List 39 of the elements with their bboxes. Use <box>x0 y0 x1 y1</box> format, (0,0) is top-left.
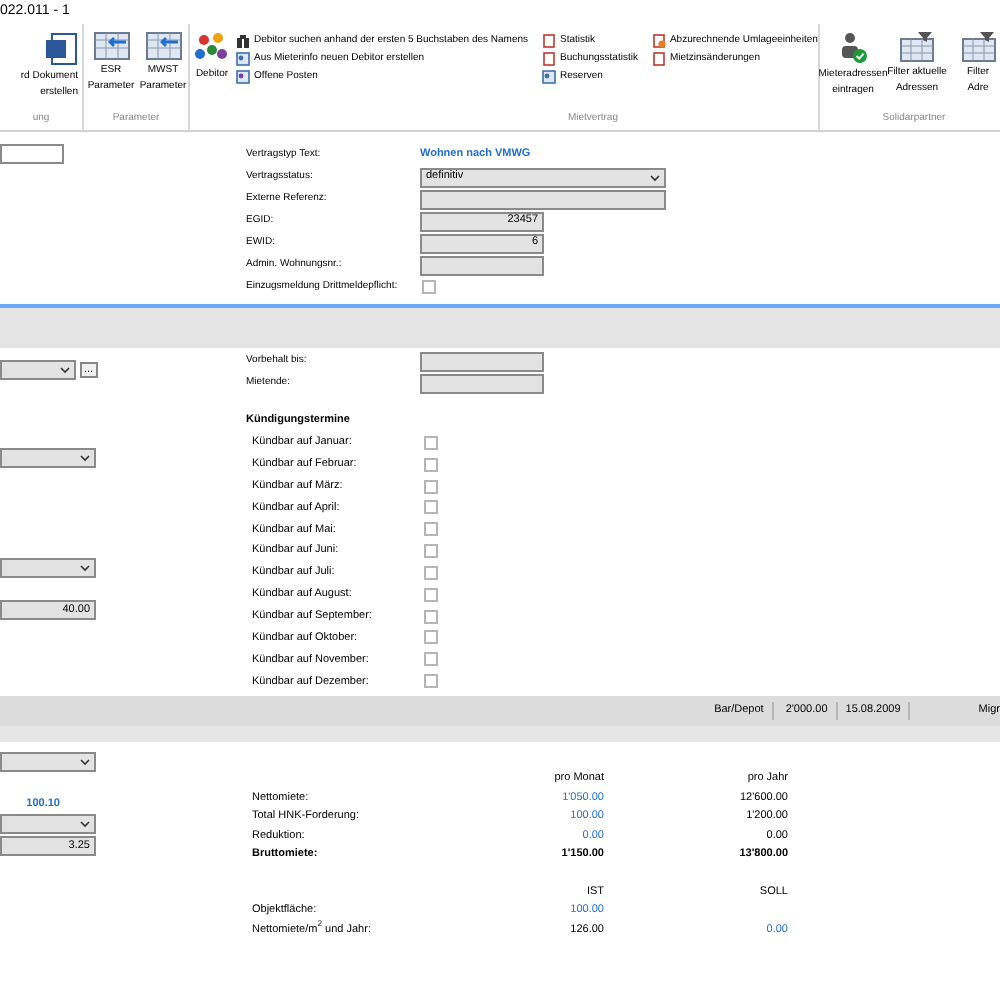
filter-table-icon <box>961 32 995 62</box>
input-field[interactable] <box>0 144 64 164</box>
dropdown[interactable] <box>0 448 96 468</box>
caret-icon <box>80 820 90 828</box>
checkbox[interactable] <box>424 565 438 580</box>
table-arrow-icon <box>93 32 129 60</box>
checkbox[interactable] <box>424 544 438 559</box>
caret-icon <box>80 564 90 572</box>
dropdown[interactable] <box>0 814 96 834</box>
document-icon <box>46 32 78 66</box>
checkbox[interactable] <box>424 435 438 450</box>
input-field[interactable] <box>420 189 666 209</box>
checkbox[interactable] <box>424 587 438 602</box>
caret-icon <box>60 366 70 374</box>
caret-icon <box>80 758 90 766</box>
checkbox[interactable] <box>424 522 438 537</box>
checkbox[interactable] <box>424 609 438 624</box>
caret-icon <box>80 454 90 462</box>
people-icon <box>194 32 230 64</box>
checkbox[interactable] <box>424 457 438 472</box>
dropdown[interactable] <box>0 752 96 772</box>
input-field[interactable] <box>420 373 544 394</box>
document-icon <box>651 52 666 66</box>
checkbox[interactable] <box>424 630 438 645</box>
person-check-icon <box>839 32 867 64</box>
caret-icon <box>650 173 660 181</box>
input-field[interactable] <box>420 255 544 275</box>
warning-document-icon <box>651 34 666 48</box>
filter-table-icon <box>900 32 934 62</box>
checkbox[interactable] <box>424 500 438 515</box>
checkbox[interactable] <box>424 674 438 689</box>
checkbox[interactable] <box>424 652 438 667</box>
input-field[interactable] <box>420 352 544 373</box>
checkbox[interactable] <box>422 280 436 294</box>
dropdown[interactable] <box>0 558 96 578</box>
checkbox[interactable] <box>424 479 438 494</box>
binoculars-icon <box>236 34 250 48</box>
dropdown[interactable] <box>0 360 76 380</box>
table-arrow-icon <box>145 32 181 60</box>
